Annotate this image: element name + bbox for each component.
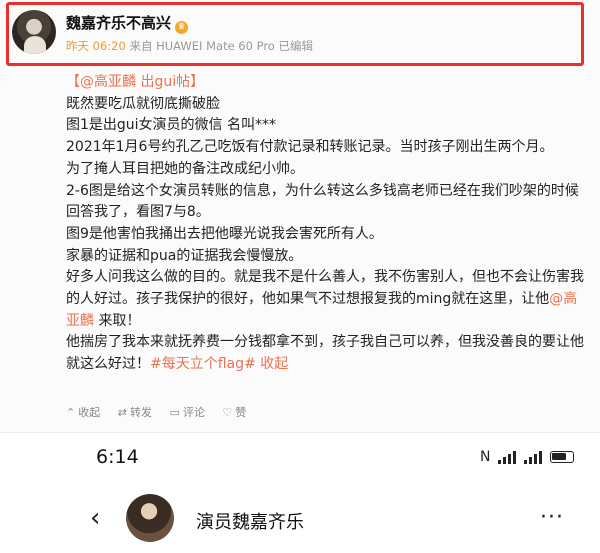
collapse-icon: ⌃ (66, 406, 76, 419)
content-line: 2021年1月6号约孔乙己吃饭有付款记录和转账记录。当时孩子刚出生两个月。 (66, 139, 554, 156)
repost-icon: ⇄ (117, 406, 127, 419)
divider (0, 432, 600, 433)
like-action[interactable]: ♡ 赞 (222, 406, 246, 419)
post-source: 来自 HUAWEI Mate 60 Pro 已编辑 (129, 39, 313, 53)
collapse-action[interactable]: ⌃ 收起 (66, 406, 100, 419)
content-line: 图9是他害怕我捅出去把他曝光说我会害死所有人。 (66, 225, 383, 242)
content-line: 家暴的证据和pua的证据我会慢慢放。 (66, 247, 303, 264)
comment-icon: ▭ (169, 406, 180, 419)
mention-header[interactable]: 【@高亚麟 出gui帖】 (66, 72, 586, 94)
content-line: 图1是出gui女演员的微信 名叫*** (66, 117, 277, 134)
nfc-icon: N (480, 449, 491, 465)
content-paragraph: 好多人问我这么做的目的。就是我不是什么善人，我不伤害别人，但也不会让伤害我的人好… (66, 267, 586, 332)
signal-icon-2 (524, 450, 543, 464)
profile-name[interactable]: 演员魏嘉齐乐 (196, 508, 304, 534)
profile-avatar[interactable] (126, 494, 174, 542)
comment-action[interactable]: ▭ 评论 (169, 406, 204, 419)
vip-badge-icon: ♛ (175, 21, 189, 34)
post-meta: 昨天 06:20 来自 HUAWEI Mate 60 Pro 已编辑 (66, 38, 313, 54)
content-paragraph: 他揣房了我本来就抚养费一分钱都拿不到，孩子我自己可以养，但我没善良的要让他就这么… (66, 332, 586, 375)
status-clock: 6:14 (96, 446, 139, 468)
status-icons: N (480, 449, 575, 465)
content-line: 2-6图是给这个女演员转账的信息，为什么转这么多钱高老师已经在我们吵架的时候回答… (66, 182, 579, 221)
paragraph-text: 好多人问我这么做的目的。就是我不是什么善人，我不伤害别人，但也不会让伤害我的人好… (66, 269, 584, 308)
collapse-label: 收起 (78, 406, 101, 419)
back-icon[interactable]: ‹ (90, 505, 100, 531)
content-line: 既然要吃瓜就彻底撕破脸 (66, 95, 220, 112)
like-icon: ♡ (222, 406, 233, 419)
author-name[interactable]: 魏嘉齐乐不高兴 ♛ (66, 12, 189, 34)
post-content: 【@高亚麟 出gui帖】 既然要吃瓜就彻底撕破脸 图1是出gui女演员的微信 名… (66, 72, 586, 376)
battery-icon (550, 451, 575, 463)
content-line: 为了掩人耳目把她的备注改成纪小帅。 (66, 160, 304, 177)
post-actions: ⌃ 收起 ⇄ 转发 ▭ 评论 ♡ 赞 (66, 404, 260, 420)
hashtag-link[interactable]: #每天立个flag# (150, 356, 256, 372)
repost-action[interactable]: ⇄ 转发 (118, 406, 152, 419)
more-icon[interactable]: ··· (540, 505, 564, 530)
paragraph-text: 他揣房了我本来就抚养费一分钱都拿不到，孩子我自己可以养，但我没善良的要让他就这么… (66, 334, 584, 373)
like-label: 赞 (235, 406, 247, 419)
author-name-text[interactable]: 魏嘉齐乐不高兴 (66, 14, 171, 32)
post-time: 昨天 06:20 (66, 39, 126, 53)
comment-label: 评论 (182, 406, 205, 419)
paragraph-end: 来取！ (94, 312, 141, 329)
signal-icon (498, 450, 517, 464)
collapse-link[interactable]: 收起 (256, 356, 288, 372)
repost-label: 转发 (129, 406, 152, 419)
author-avatar[interactable] (12, 10, 56, 54)
